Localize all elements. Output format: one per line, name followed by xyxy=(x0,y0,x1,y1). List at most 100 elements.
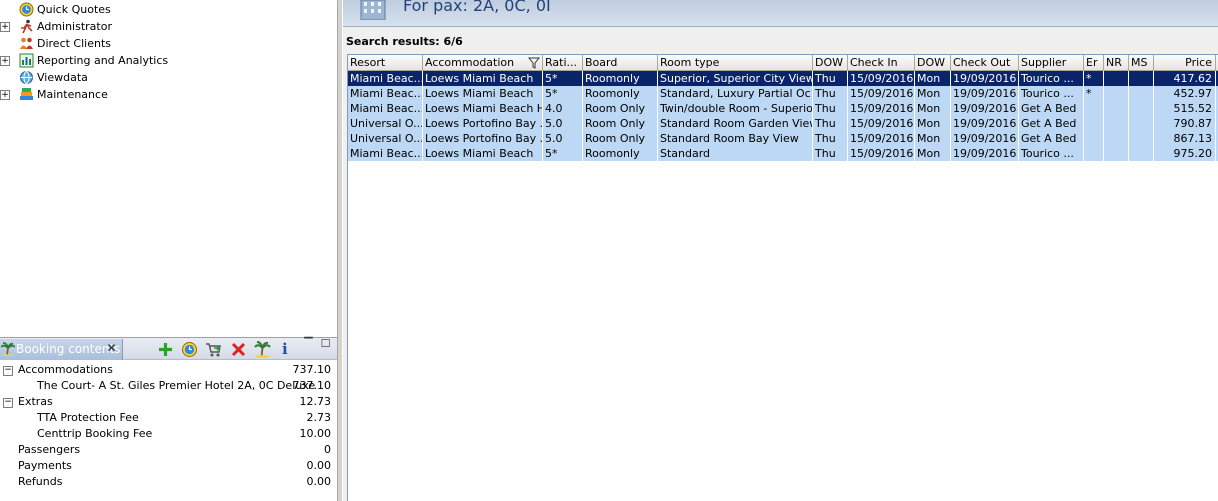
header-col-er[interactable]: Er xyxy=(1084,55,1104,71)
cell-price: 515.52 xyxy=(1154,101,1216,116)
tree-item-label: Viewdata xyxy=(37,71,88,84)
cell-ms xyxy=(1129,101,1154,116)
header-col-accommodation[interactable]: Accommodation xyxy=(423,55,543,71)
header-label: Check Out xyxy=(953,56,1011,69)
minimize-icon[interactable]: ▔ xyxy=(303,338,314,350)
cell-accommodation: Loews Miami Beach xyxy=(423,71,543,86)
add-icon[interactable] xyxy=(157,341,174,358)
tree-expand-icon[interactable]: + xyxy=(0,90,10,100)
cell-board: Roomonly xyxy=(583,86,658,101)
cart-move-icon[interactable] xyxy=(205,341,222,358)
tree-item-quick-quotes[interactable]: Quick Quotes xyxy=(0,1,337,18)
header-col-board[interactable]: Board xyxy=(583,55,658,71)
search-results-grid: Resort Accommodation Rati... Board Room type… xyxy=(347,54,1218,501)
booking-row[interactable]: − Extras 12.73 xyxy=(0,394,337,410)
delete-icon[interactable] xyxy=(230,341,247,358)
cell-room-type: Superior, Superior City View xyxy=(660,71,813,86)
cell-dow-out: Mon xyxy=(915,146,951,161)
cell-check-in: 15/09/2016 xyxy=(850,116,915,131)
cell-price: 452.97 xyxy=(1154,86,1216,101)
booking-row[interactable]: Refunds 0.00 xyxy=(0,474,337,490)
chart-report-icon xyxy=(19,53,34,68)
header-col-rating[interactable]: Rati... xyxy=(543,55,583,71)
booking-row-value: 737.10 xyxy=(292,379,332,392)
tree-item-direct-clients[interactable]: Direct Clients xyxy=(0,35,337,52)
cell-accommodation: Loews Portofino Bay ... xyxy=(425,131,543,146)
cell-dow-in: Thu xyxy=(813,86,848,101)
header-col-supplier[interactable]: Supplier xyxy=(1019,55,1084,71)
cell-resort: Universal O... xyxy=(350,116,423,131)
table-row[interactable]: Miami Beac... Loews Miami Beach H... 4.0 Ro… xyxy=(348,101,1218,116)
table-row[interactable]: Universal O... Loews Portofino Bay ... 5.0… xyxy=(348,131,1218,146)
navigation-tree: Quick Quotes + Administrator Direct Clie… xyxy=(0,0,337,337)
cell-check-out: 19/09/2016 xyxy=(951,86,1019,101)
booking-row[interactable]: − Accommodations 737.10 xyxy=(0,362,337,378)
booking-row-value: 0.00 xyxy=(306,475,332,488)
booking-row[interactable]: The Court- A St. Giles Premier Hotel 2A,… xyxy=(0,378,337,394)
cell-supplier: Tourico ... xyxy=(1019,71,1084,86)
cell-dow-out: Mon xyxy=(915,71,951,86)
tree-expand-icon[interactable]: + xyxy=(0,56,10,66)
cell-board: Roomonly xyxy=(583,146,658,161)
header-col-ms[interactable]: MS xyxy=(1129,55,1154,71)
table-row[interactable]: Miami Beac... Loews Miami Beach 5* Roomonly… xyxy=(348,86,1218,101)
booking-row[interactable]: Payments 0.00 xyxy=(0,458,337,474)
cell-dow-in: Thu xyxy=(813,146,848,161)
booking-row[interactable]: TTA Protection Fee 2.73 xyxy=(0,410,337,426)
header-col-price[interactable]: Price xyxy=(1154,55,1216,71)
info-icon[interactable]: i xyxy=(282,341,299,358)
booking-row[interactable]: Passengers 0 xyxy=(0,442,337,458)
booking-row[interactable]: Centtrip Booking Fee 10.00 xyxy=(0,426,337,442)
cell-resort: Miami Beac... xyxy=(350,101,423,116)
header-col-resort[interactable]: Resort xyxy=(348,55,423,71)
header-label: MS xyxy=(1131,56,1148,69)
header-col-dow-out[interactable]: DOW xyxy=(915,55,951,71)
cell-resort: Miami Beac... xyxy=(350,86,423,101)
cell-accommodation: Loews Portofino Bay ... xyxy=(425,116,543,131)
tree-collapse-icon[interactable]: − xyxy=(3,366,13,376)
filter-icon[interactable] xyxy=(528,57,540,69)
cell-rating: 5* xyxy=(543,146,583,161)
tree-item-viewdata[interactable]: Viewdata xyxy=(0,69,337,86)
cell-dow-in: Thu xyxy=(813,71,848,86)
cell-ms xyxy=(1129,131,1154,146)
cell-accommodation: Loews Miami Beach xyxy=(423,86,543,101)
running-person-icon xyxy=(21,19,33,34)
tree-item-administrator[interactable]: + Administrator xyxy=(0,18,337,35)
booking-contents-tab[interactable]: Booking contents ✕ xyxy=(0,339,123,360)
cell-check-out: 19/09/2016 xyxy=(951,71,1019,86)
palm-tree-icon xyxy=(1,342,15,356)
cell-er xyxy=(1084,116,1104,131)
tree-item-label: Administrator xyxy=(37,20,112,33)
globe-clock-icon[interactable] xyxy=(181,341,198,358)
cell-check-in: 15/09/2016 xyxy=(850,146,915,161)
booking-row-value: 0.00 xyxy=(306,459,332,472)
palm-tree-icon[interactable] xyxy=(254,341,271,358)
booking-row-label: Refunds xyxy=(18,475,63,488)
books-icon xyxy=(20,88,33,100)
table-row[interactable]: Universal O... Loews Portofino Bay ... 5.0… xyxy=(348,116,1218,131)
booking-row-label: Payments xyxy=(18,459,72,472)
cell-nr xyxy=(1104,86,1129,101)
cell-er: * xyxy=(1084,71,1104,86)
cell-price: 790.87 xyxy=(1154,116,1216,131)
table-row[interactable]: Miami Beac... Loews Miami Beach 5* Roomonly… xyxy=(348,146,1218,161)
booking-row-label: The Court- A St. Giles Premier Hotel 2A,… xyxy=(37,379,316,392)
tree-item-maintenance[interactable]: + Maintenance xyxy=(0,86,337,103)
header-col-check-in[interactable]: Check In xyxy=(848,55,915,71)
grid-header: Resort Accommodation Rati... Board Room type… xyxy=(348,55,1218,71)
header-col-nr[interactable]: NR xyxy=(1104,55,1129,71)
close-icon[interactable]: ✕ xyxy=(105,342,118,355)
cell-er xyxy=(1084,131,1104,146)
header-label: Resort xyxy=(350,56,386,69)
tree-collapse-icon[interactable]: − xyxy=(3,398,13,408)
maximize-icon[interactable]: ☐ xyxy=(320,338,331,350)
cell-supplier: Tourico ... xyxy=(1019,86,1084,101)
tree-item-reporting-analytics[interactable]: + Reporting and Analytics xyxy=(0,52,337,69)
header-col-room-type[interactable]: Room type xyxy=(658,55,813,71)
cell-dow-out: Mon xyxy=(915,116,951,131)
header-col-check-out[interactable]: Check Out xyxy=(951,55,1019,71)
table-row[interactable]: Miami Beac... Loews Miami Beach 5* Roomonly… xyxy=(348,71,1218,86)
tree-expand-icon[interactable]: + xyxy=(0,22,10,32)
header-col-dow-in[interactable]: DOW xyxy=(813,55,848,71)
